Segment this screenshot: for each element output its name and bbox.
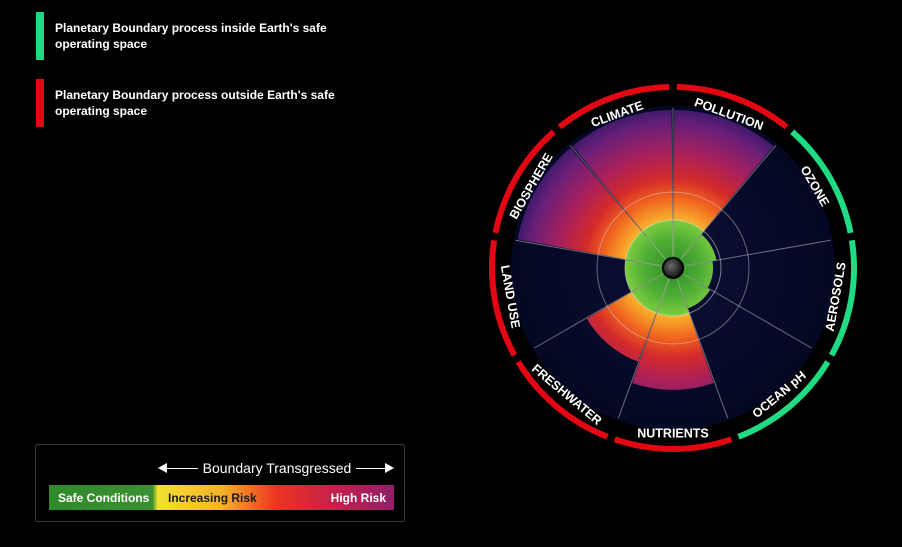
arrow-label: Boundary Transgressed [202,460,352,476]
scale-label-increasing: Increasing Risk [168,491,257,505]
legend-label-outside: Planetary Boundary process outside Earth… [55,88,335,118]
arrow-right-icon [385,463,394,473]
planetary-boundaries-diagram: CLIMATE POLLUTIONOZONEAEROSOLSOCEAN pHNUT… [489,84,857,452]
label-nutrients: NUTRIENTS [637,426,709,440]
legend-label-inside: Planetary Boundary process inside Earth'… [55,21,327,51]
risk-gradient-bar: Safe Conditions Increasing Risk High Ris… [49,485,394,510]
earth-core-icon [662,257,684,279]
scale-label-safe: Safe Conditions [58,491,150,505]
risk-scale: Boundary Transgressed Safe Conditions In… [35,444,405,522]
legend-swatch-red [36,79,44,127]
status-arc-nutrients [613,436,733,452]
legend-swatch-green [36,12,44,60]
boundary-transgressed-arrow: Boundary Transgressed [158,459,394,477]
scale-label-high: High Risk [330,491,386,505]
